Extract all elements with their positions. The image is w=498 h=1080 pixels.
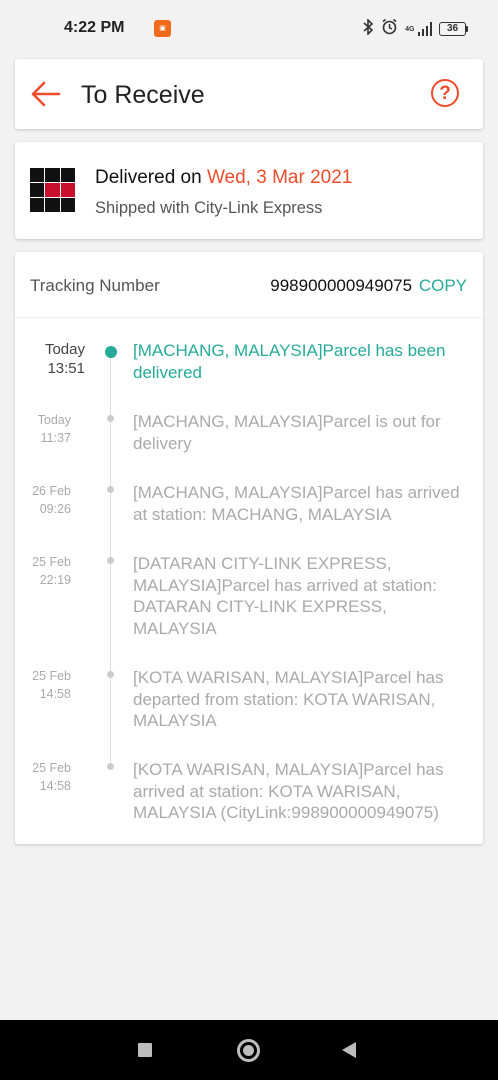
shop-logo xyxy=(30,168,75,212)
event-description: [KOTA WARISAN, MALAYSIA]Parcel has arriv… xyxy=(133,760,444,822)
header-bar: To Receive ? xyxy=(15,59,483,129)
event-dot xyxy=(105,346,117,358)
system-back-button[interactable] xyxy=(342,1042,356,1058)
event-dot xyxy=(107,486,114,493)
help-button[interactable]: ? xyxy=(431,79,459,107)
bluetooth-icon xyxy=(363,17,374,40)
tracking-number-value: 998900000949075 COPY xyxy=(270,276,467,296)
tracking-number-row: Tracking Number 998900000949075 COPY xyxy=(15,252,483,318)
shipping-carrier: Shipped with City-Link Express xyxy=(95,199,323,217)
notification-app-icon: ▣ xyxy=(154,20,171,37)
event-date: Today 13:51 xyxy=(44,341,85,377)
event-dot xyxy=(107,557,114,564)
tracking-card: Tracking Number 998900000949075 COPY Tod… xyxy=(15,252,483,844)
tracking-number: 998900000949075 xyxy=(270,276,413,295)
network-type-label: 4G xyxy=(405,25,415,33)
event-description: [MACHANG, MALAYSIA]Parcel has been deliv… xyxy=(133,341,446,382)
question-circle-icon: ? xyxy=(439,83,451,104)
arrow-left-icon xyxy=(31,81,61,107)
event-dot xyxy=(107,671,114,678)
recents-button[interactable] xyxy=(138,1043,152,1057)
tracking-number-label: Tracking Number xyxy=(30,276,160,295)
home-button[interactable] xyxy=(237,1039,260,1062)
battery-icon: 36 xyxy=(439,22,468,36)
back-button[interactable] xyxy=(29,79,63,109)
system-nav-bar xyxy=(0,1020,498,1080)
signal-icon xyxy=(417,22,432,36)
event-date: 25 Feb 14:58 xyxy=(32,761,71,793)
battery-level: 36 xyxy=(439,22,466,36)
event-date: 25 Feb 22:19 xyxy=(32,555,71,587)
event-description: [KOTA WARISAN, MALAYSIA]Parcel has depar… xyxy=(133,668,444,730)
status-bar: 4:22 PM ▣ 4G 36 xyxy=(0,0,498,56)
event-date: 26 Feb 09:26 xyxy=(32,484,71,516)
event-description: [DATARAN CITY-LINK EXPRESS, MALAYSIA]Par… xyxy=(133,554,437,638)
event-dot xyxy=(107,415,114,422)
alarm-icon xyxy=(381,18,398,40)
status-time: 4:22 PM xyxy=(64,19,125,36)
delivered-status: Delivered on Wed, 3 Mar 2021 xyxy=(95,167,352,189)
event-date: 25 Feb 14:58 xyxy=(32,669,71,701)
delivery-info-card: Delivered on Wed, 3 Mar 2021 Shipped wit… xyxy=(15,142,483,239)
event-dot xyxy=(107,763,114,770)
copy-button[interactable]: COPY xyxy=(419,276,467,295)
delivered-label: Delivered on xyxy=(95,167,207,188)
page-title: To Receive xyxy=(81,81,205,109)
event-description: [MACHANG, MALAYSIA]Parcel has arrived at… xyxy=(133,483,460,524)
status-icons: 4G 36 xyxy=(363,17,468,40)
event-date: Today 11:37 xyxy=(37,413,71,445)
delivered-date: Wed, 3 Mar 2021 xyxy=(206,167,353,188)
event-description: [MACHANG, MALAYSIA]Parcel is out for del… xyxy=(133,412,441,453)
